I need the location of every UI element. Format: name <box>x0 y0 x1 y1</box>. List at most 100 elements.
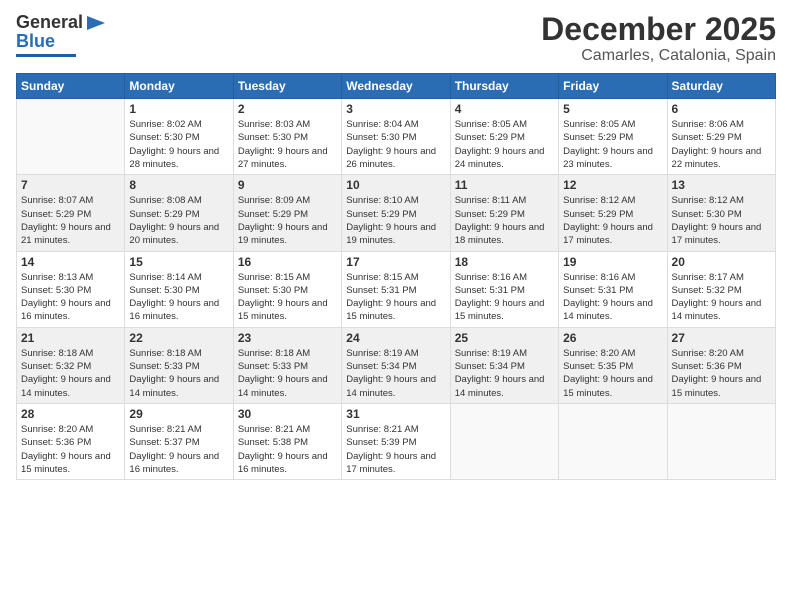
table-row: 11Sunrise: 8:11 AM Sunset: 5:29 PM Dayli… <box>450 175 558 251</box>
day-number: 30 <box>238 407 337 421</box>
table-row: 28Sunrise: 8:20 AM Sunset: 5:36 PM Dayli… <box>17 403 125 479</box>
title-block: December 2025 Camarles, Catalonia, Spain <box>541 12 776 65</box>
day-info: Sunrise: 8:13 AM Sunset: 5:30 PM Dayligh… <box>21 271 120 324</box>
table-row <box>450 403 558 479</box>
table-row: 20 Sunrise: 8:17 AM Sunset: 5:32 PM Dayli… <box>667 251 775 327</box>
table-row: 2 Sunrise: 8:03 AM Sunset: 5:30 PM Daylig… <box>233 99 341 175</box>
logo-general: General <box>16 12 83 33</box>
day-number: 29 <box>129 407 228 421</box>
day-info: Sunrise: 8:21 AM Sunset: 5:38 PM Dayligh… <box>238 423 337 476</box>
calendar-week-row: 7Sunrise: 8:07 AM Sunset: 5:29 PM Daylig… <box>17 175 776 251</box>
table-row: 23 Sunrise: 8:18 AM Sunset: 5:33 PM Dayli… <box>233 327 341 403</box>
day-number: 17 <box>346 255 445 269</box>
header: General Blue December 2025 Camarles, Cat… <box>16 12 776 65</box>
table-row <box>17 99 125 175</box>
day-info: Sunrise: 8:06 AM Sunset: 5:29 PM Dayligh… <box>672 118 771 171</box>
table-row: 3Sunrise: 8:04 AM Sunset: 5:30 PM Daylig… <box>342 99 450 175</box>
day-info: Sunrise: 8:03 AM Sunset: 5:30 PM Dayligh… <box>238 118 337 171</box>
day-number: 31 <box>346 407 445 421</box>
day-number: 12 <box>563 178 662 192</box>
day-number: 20 <box>672 255 771 269</box>
table-row: 7Sunrise: 8:07 AM Sunset: 5:29 PM Daylig… <box>17 175 125 251</box>
table-row: 25Sunrise: 8:19 AM Sunset: 5:34 PM Dayli… <box>450 327 558 403</box>
table-row: 26 Sunrise: 8:20 AM Sunset: 5:35 PM Dayli… <box>559 327 667 403</box>
day-info: Sunrise: 8:21 AM Sunset: 5:37 PM Dayligh… <box>129 423 228 476</box>
day-info: Sunrise: 8:12 AM Sunset: 5:29 PM Dayligh… <box>563 194 662 247</box>
calendar-week-row: 1Sunrise: 8:02 AM Sunset: 5:30 PM Daylig… <box>17 99 776 175</box>
day-number: 23 <box>238 331 337 345</box>
header-saturday: Saturday <box>667 74 775 99</box>
table-row: 21 Sunrise: 8:18 AM Sunset: 5:32 PM Dayli… <box>17 327 125 403</box>
day-info: Sunrise: 8:12 AM Sunset: 5:30 PM Dayligh… <box>672 194 771 247</box>
page: General Blue December 2025 Camarles, Cat… <box>0 0 792 612</box>
day-info: Sunrise: 8:20 AM Sunset: 5:36 PM Dayligh… <box>21 423 120 476</box>
table-row: 17Sunrise: 8:15 AM Sunset: 5:31 PM Dayli… <box>342 251 450 327</box>
day-number: 21 <box>21 331 120 345</box>
day-info: Sunrise: 8:02 AM Sunset: 5:30 PM Dayligh… <box>129 118 228 171</box>
day-number: 27 <box>672 331 771 345</box>
day-info: Sunrise: 8:09 AM Sunset: 5:29 PM Dayligh… <box>238 194 337 247</box>
header-tuesday: Tuesday <box>233 74 341 99</box>
table-row <box>559 403 667 479</box>
day-number: 18 <box>455 255 554 269</box>
day-number: 22 <box>129 331 228 345</box>
day-info: Sunrise: 8:18 AM Sunset: 5:32 PM Dayligh… <box>21 347 120 400</box>
day-info: Sunrise: 8:16 AM Sunset: 5:31 PM Dayligh… <box>563 271 662 324</box>
day-number: 19 <box>563 255 662 269</box>
table-row <box>667 403 775 479</box>
table-row: 29 Sunrise: 8:21 AM Sunset: 5:37 PM Dayli… <box>125 403 233 479</box>
day-info: Sunrise: 8:20 AM Sunset: 5:36 PM Dayligh… <box>672 347 771 400</box>
day-info: Sunrise: 8:18 AM Sunset: 5:33 PM Dayligh… <box>238 347 337 400</box>
table-row: 8 Sunrise: 8:08 AM Sunset: 5:29 PM Daylig… <box>125 175 233 251</box>
day-info: Sunrise: 8:08 AM Sunset: 5:29 PM Dayligh… <box>129 194 228 247</box>
day-number: 4 <box>455 102 554 116</box>
table-row: 13 Sunrise: 8:12 AM Sunset: 5:30 PM Dayli… <box>667 175 775 251</box>
table-row: 15Sunrise: 8:14 AM Sunset: 5:30 PM Dayli… <box>125 251 233 327</box>
table-row: 12 Sunrise: 8:12 AM Sunset: 5:29 PM Dayli… <box>559 175 667 251</box>
calendar-table: Sunday Monday Tuesday Wednesday Thursday… <box>16 73 776 480</box>
day-info: Sunrise: 8:10 AM Sunset: 5:29 PM Dayligh… <box>346 194 445 247</box>
day-number: 14 <box>21 255 120 269</box>
header-friday: Friday <box>559 74 667 99</box>
calendar-week-row: 14 Sunrise: 8:13 AM Sunset: 5:30 PM Dayli… <box>17 251 776 327</box>
day-number: 26 <box>563 331 662 345</box>
logo-underline <box>16 54 76 57</box>
table-row: 27 Sunrise: 8:20 AM Sunset: 5:36 PM Dayli… <box>667 327 775 403</box>
day-info: Sunrise: 8:14 AM Sunset: 5:30 PM Dayligh… <box>129 271 228 324</box>
day-info: Sunrise: 8:18 AM Sunset: 5:33 PM Dayligh… <box>129 347 228 400</box>
day-info: Sunrise: 8:04 AM Sunset: 5:30 PM Dayligh… <box>346 118 445 171</box>
day-info: Sunrise: 8:17 AM Sunset: 5:32 PM Dayligh… <box>672 271 771 324</box>
logo-blue: Blue <box>16 31 55 51</box>
day-info: Sunrise: 8:07 AM Sunset: 5:29 PM Dayligh… <box>21 194 120 247</box>
day-info: Sunrise: 8:21 AM Sunset: 5:39 PM Dayligh… <box>346 423 445 476</box>
month-title: December 2025 <box>541 12 776 47</box>
calendar-week-row: 28Sunrise: 8:20 AM Sunset: 5:36 PM Dayli… <box>17 403 776 479</box>
header-monday: Monday <box>125 74 233 99</box>
table-row: 16Sunrise: 8:15 AM Sunset: 5:30 PM Dayli… <box>233 251 341 327</box>
header-wednesday: Wednesday <box>342 74 450 99</box>
table-row: 31 Sunrise: 8:21 AM Sunset: 5:39 PM Dayli… <box>342 403 450 479</box>
table-row: 5Sunrise: 8:05 AM Sunset: 5:29 PM Daylig… <box>559 99 667 175</box>
logo-flag-icon <box>85 14 107 32</box>
day-number: 13 <box>672 178 771 192</box>
header-sunday: Sunday <box>17 74 125 99</box>
day-number: 8 <box>129 178 228 192</box>
header-thursday: Thursday <box>450 74 558 99</box>
day-number: 5 <box>563 102 662 116</box>
table-row: 18Sunrise: 8:16 AM Sunset: 5:31 PM Dayli… <box>450 251 558 327</box>
table-row: 1Sunrise: 8:02 AM Sunset: 5:30 PM Daylig… <box>125 99 233 175</box>
calendar-week-row: 21 Sunrise: 8:18 AM Sunset: 5:32 PM Dayli… <box>17 327 776 403</box>
calendar-header-row: Sunday Monday Tuesday Wednesday Thursday… <box>17 74 776 99</box>
day-info: Sunrise: 8:19 AM Sunset: 5:34 PM Dayligh… <box>346 347 445 400</box>
table-row: 14 Sunrise: 8:13 AM Sunset: 5:30 PM Dayli… <box>17 251 125 327</box>
day-info: Sunrise: 8:20 AM Sunset: 5:35 PM Dayligh… <box>563 347 662 400</box>
day-info: Sunrise: 8:15 AM Sunset: 5:30 PM Dayligh… <box>238 271 337 324</box>
day-info: Sunrise: 8:11 AM Sunset: 5:29 PM Dayligh… <box>455 194 554 247</box>
table-row: 22 Sunrise: 8:18 AM Sunset: 5:33 PM Dayli… <box>125 327 233 403</box>
table-row: 24 Sunrise: 8:19 AM Sunset: 5:34 PM Dayli… <box>342 327 450 403</box>
day-number: 10 <box>346 178 445 192</box>
table-row: 10 Sunrise: 8:10 AM Sunset: 5:29 PM Dayli… <box>342 175 450 251</box>
day-number: 24 <box>346 331 445 345</box>
day-number: 2 <box>238 102 337 116</box>
day-number: 9 <box>238 178 337 192</box>
